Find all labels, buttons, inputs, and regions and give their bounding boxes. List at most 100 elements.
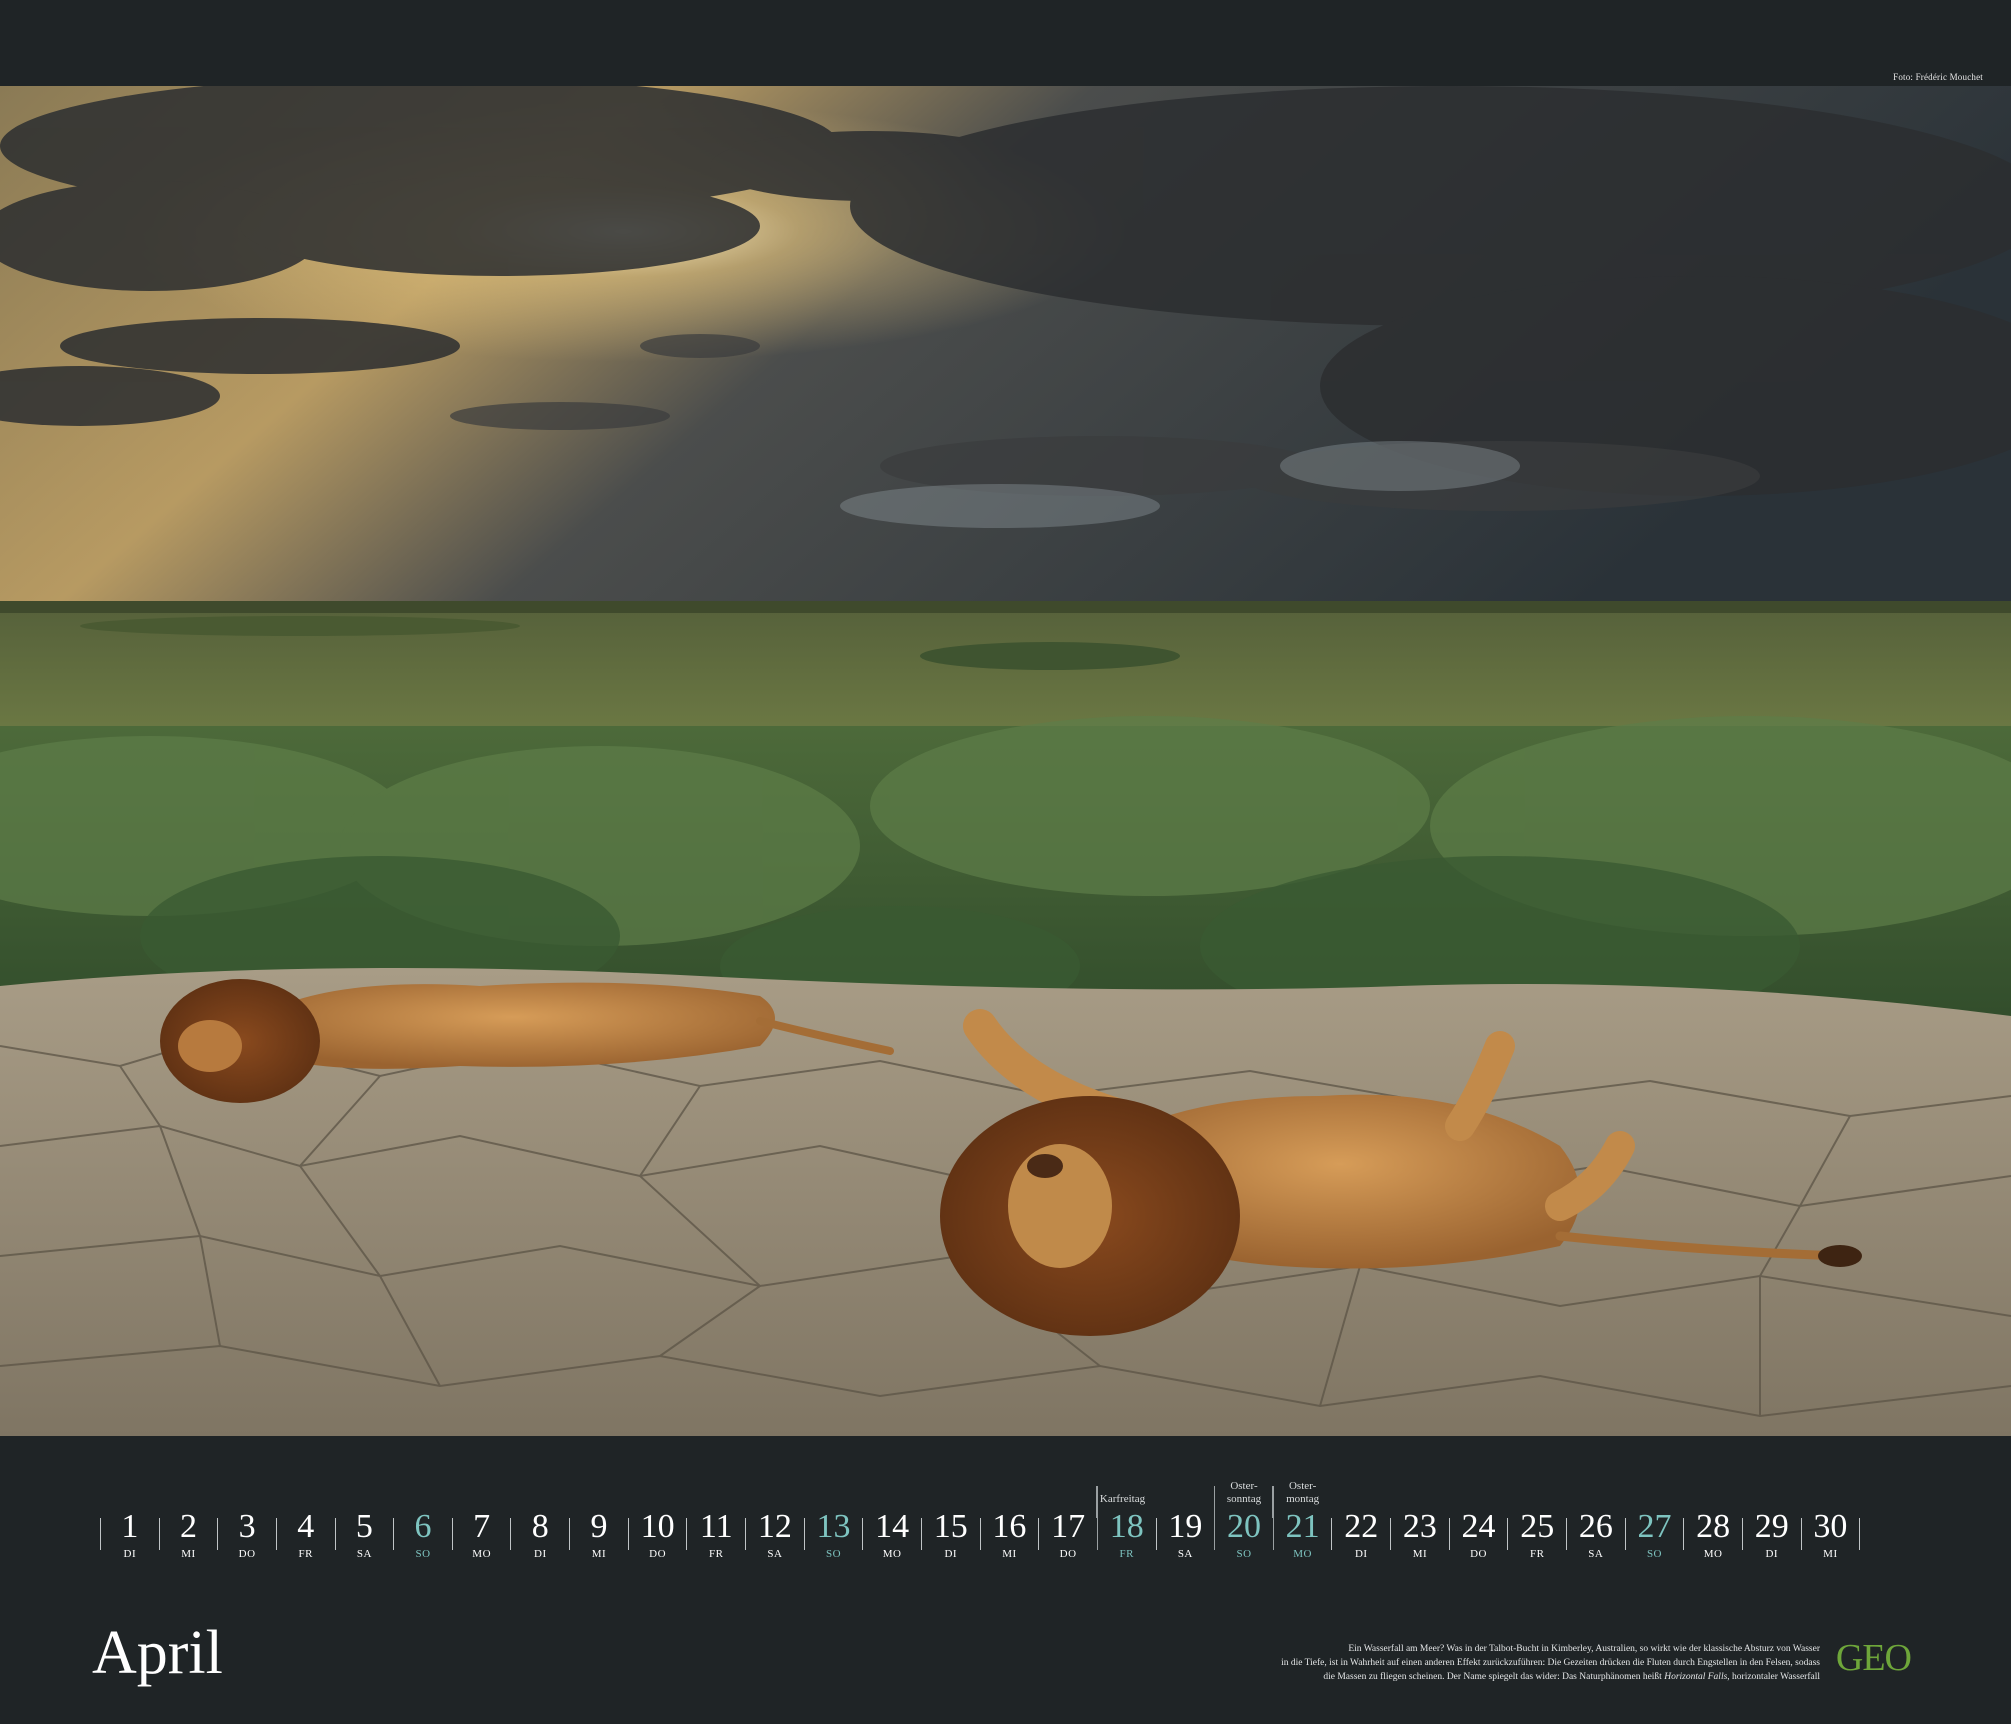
calendar-day: 6 SO (393, 1510, 452, 1560)
calendar-day: 5 SA (334, 1510, 394, 1560)
day-number: 14 (875, 1508, 910, 1545)
calendar-day: Karfreitag 18 FR (1096, 1486, 1156, 1560)
day-number: 3 (238, 1508, 256, 1545)
holiday-note: Oster- sonntag (1226, 1480, 1262, 1505)
weekday-abbr: FR (298, 1548, 313, 1560)
holiday-note: Karfreitag (1099, 1493, 1146, 1505)
calendar-day: 14 MO (862, 1510, 921, 1560)
day-number: 28 (1696, 1508, 1731, 1545)
weekday-abbr: FR (708, 1548, 724, 1560)
calendar-day: 27 SO (1624, 1510, 1684, 1560)
day-number: 27 (1637, 1508, 1672, 1545)
day-number: 13 (816, 1508, 851, 1545)
caption-line: die Massen zu fliegen scheinen. Der Name… (1180, 1670, 1820, 1684)
calendar-day: 24 DO (1448, 1510, 1508, 1560)
day-number: 22 (1344, 1508, 1379, 1545)
weekday-abbr: SA (1588, 1548, 1604, 1560)
calendar-day: 2 MI (158, 1510, 218, 1560)
day-number: 20 (1226, 1508, 1261, 1545)
day-number: 26 (1578, 1508, 1613, 1545)
weekday-abbr: SO (825, 1548, 842, 1560)
weekday-abbr: DI (1765, 1548, 1779, 1560)
calendar-day: 22 DI (1331, 1510, 1390, 1560)
day-number: 17 (1051, 1508, 1086, 1545)
calendar-day: 11 FR (686, 1510, 745, 1560)
month-calendar-strip: 1 DI 2 MI 3 DO 4 FR 5 SA 6 SO 7 MO 8 DI 9 MI 10 DO 11 FR 12 SA 1… (100, 1470, 1861, 1580)
calendar-day: 1 DI (100, 1510, 159, 1560)
calendar-day: 23 MI (1390, 1510, 1449, 1560)
weekday-abbr: DO (1059, 1548, 1077, 1560)
day-number: 29 (1754, 1508, 1789, 1545)
calendar-day: 3 DO (217, 1510, 276, 1560)
calendar-day: 15 DI (920, 1510, 980, 1560)
weekday-abbr: MO (472, 1548, 492, 1560)
day-number: 6 (414, 1508, 432, 1545)
weekday-abbr: DI (534, 1548, 547, 1560)
day-number: 30 (1813, 1508, 1848, 1545)
calendar-day: 25 FR (1507, 1510, 1566, 1560)
weekday-abbr: MI (1412, 1548, 1428, 1560)
caption-text: , horizontaler Wasserfall (1727, 1672, 1820, 1682)
day-number: 25 (1520, 1508, 1555, 1545)
calendar-day: 13 SO (803, 1510, 863, 1560)
day-number: 1 (121, 1508, 139, 1545)
calendar-day: 28 MO (1683, 1510, 1742, 1560)
month-title: April (92, 1619, 223, 1687)
calendar-day: 8 DI (510, 1510, 569, 1560)
weekday-abbr: FR (1529, 1548, 1545, 1560)
calendar-day: Oster- montag 21 MO (1272, 1480, 1332, 1560)
calendar-day: 10 DO (627, 1510, 687, 1560)
weekday-abbr: SO (415, 1548, 431, 1560)
weekday-abbr: DI (944, 1548, 958, 1560)
day-number: 4 (297, 1508, 315, 1545)
calendar-day: 4 FR (275, 1510, 335, 1560)
calendar-day: 9 MI (569, 1510, 628, 1560)
day-number: 21 (1285, 1508, 1320, 1545)
weekday-abbr: SO (1236, 1548, 1252, 1560)
calendar-day: 26 SA (1566, 1510, 1625, 1560)
caption-text: die Massen zu fliegen scheinen. Der Name… (1323, 1672, 1665, 1682)
weekday-abbr: SA (1177, 1548, 1193, 1560)
calendar-day: 17 DO (1038, 1510, 1097, 1560)
day-number: 19 (1168, 1508, 1203, 1545)
caption-line: in die Tiefe, ist in Wahrheit auf einen … (1281, 1658, 1820, 1668)
day-number: 8 (531, 1508, 549, 1545)
calendar-day: 7 MO (451, 1510, 511, 1560)
weekday-abbr: MO (1293, 1548, 1312, 1560)
weekday-abbr: FR (1119, 1548, 1134, 1560)
photo-caption: Ein Wasserfall am Meer? Was in der Talbo… (1180, 1642, 1820, 1684)
weekday-abbr: DI (123, 1548, 137, 1560)
weekday-abbr: MI (591, 1548, 607, 1560)
calendar-day: Oster- sonntag 20 SO (1213, 1480, 1273, 1560)
day-number: 24 (1461, 1508, 1496, 1545)
weekday-abbr: MI (181, 1548, 196, 1560)
day-number: 7 (473, 1508, 491, 1545)
day-number: 5 (355, 1508, 373, 1545)
day-number: 9 (590, 1508, 608, 1545)
caption-emphasis: Horizontal Falls (1664, 1672, 1728, 1682)
holiday-note: Oster- montag (1286, 1480, 1320, 1505)
calendar-day: 30 MI (1800, 1510, 1861, 1560)
day-number: 18 (1109, 1508, 1144, 1545)
weekday-abbr: DO (649, 1548, 667, 1560)
caption-line: Ein Wasserfall am Meer? Was in der Talbo… (1348, 1644, 1820, 1654)
lion-photo (0, 86, 2011, 1436)
weekday-abbr: DO (1470, 1548, 1487, 1560)
geo-logo: GEO (1835, 1637, 1912, 1679)
day-number: 12 (757, 1508, 792, 1545)
calendar-day: 12 SA (745, 1510, 804, 1560)
day-number: 10 (640, 1508, 675, 1545)
day-number: 2 (179, 1508, 197, 1545)
weekday-abbr: DI (1354, 1548, 1368, 1560)
calendar-day: 29 DI (1741, 1510, 1801, 1560)
top-bar (0, 0, 2011, 86)
day-number: 11 (699, 1508, 733, 1545)
weekday-abbr: DO (238, 1548, 256, 1560)
day-number: 16 (992, 1508, 1027, 1545)
weekday-abbr: MI (1823, 1548, 1838, 1560)
photo-credit: Foto: Frédéric Mouchet (1893, 72, 1983, 82)
day-number: 23 (1402, 1508, 1437, 1545)
weekday-abbr: SA (356, 1548, 372, 1560)
weekday-abbr: SA (767, 1548, 783, 1560)
weekday-abbr: MO (1703, 1548, 1723, 1560)
